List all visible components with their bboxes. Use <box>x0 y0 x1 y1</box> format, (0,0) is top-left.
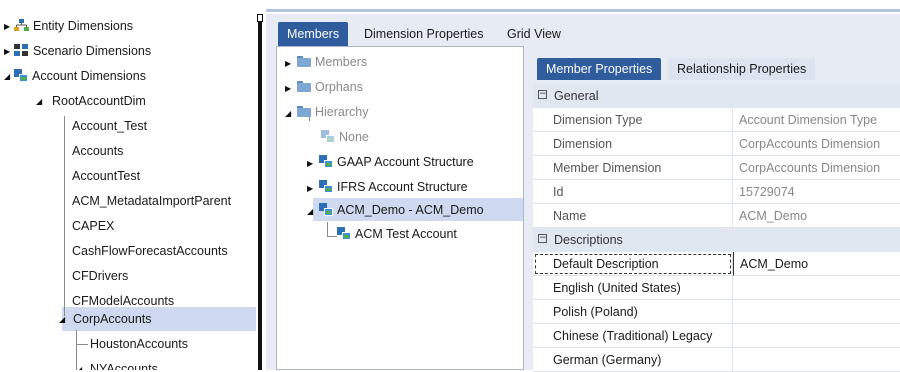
tree-connector <box>327 236 337 237</box>
member-node-acm-test-account[interactable]: ACM Test Account <box>337 223 457 245</box>
property-row-dimension[interactable]: Dimension CorpAccounts Dimension <box>533 132 900 156</box>
collapse-down-icon[interactable]: ◢ <box>307 201 319 223</box>
tree-item-scenario-dimensions[interactable]: ▶ Scenario Dimensions <box>4 40 151 62</box>
tree-item-entity-dimensions[interactable]: ▶ Entity Dimensions <box>4 15 133 37</box>
folder-icon <box>297 81 311 92</box>
tree-item-label: Scenario Dimensions <box>33 44 152 58</box>
tree-item-label: CorpAccounts <box>73 312 152 326</box>
default-description-input[interactable]: ACM_Demo <box>733 252 900 276</box>
account-dimension-icon <box>14 69 28 82</box>
property-row-polish-poland[interactable]: Polish (Poland) <box>533 300 900 324</box>
member-node-gaap-account-structure[interactable]: ▶ GAAP Account Structure <box>307 151 474 173</box>
member-node-ifrs-account-structure[interactable]: ▶ IFRS Account Structure <box>307 176 468 198</box>
member-node-hierarchy[interactable]: ◢ Hierarchy <box>285 101 369 123</box>
collapse-minus-icon[interactable]: − <box>538 234 547 243</box>
tree-item-label: CFDrivers <box>72 269 129 283</box>
tree-item-label: CashFlowForecastAccounts <box>72 244 228 258</box>
collapse-down-icon[interactable]: ◢ <box>76 359 86 370</box>
expand-right-icon[interactable]: ▶ <box>307 153 319 175</box>
tree-item-houstonaccounts[interactable]: HoustonAccounts <box>90 333 188 355</box>
tree-item-label: ACM_MetadataImportParent <box>72 194 232 208</box>
folder-icon <box>297 106 311 117</box>
property-row-member-dimension[interactable]: Member Dimension CorpAccounts Dimension <box>533 156 900 180</box>
expand-right-icon[interactable]: ▶ <box>307 178 319 200</box>
tab-grid-view[interactable]: Grid View <box>498 22 570 46</box>
tab-member-properties[interactable]: Member Properties <box>537 58 662 80</box>
tree-item-label: CFModelAccounts <box>72 294 175 308</box>
tree-item-accounttest[interactable]: AccountTest <box>72 165 140 187</box>
property-row-german-germany[interactable]: German (Germany) <box>533 348 900 372</box>
property-row-dimension-type[interactable]: Dimension Type Account Dimension Type <box>533 108 900 132</box>
collapse-minus-icon[interactable]: − <box>538 90 547 99</box>
expand-right-icon[interactable]: ▶ <box>4 41 14 63</box>
expand-right-icon[interactable]: ▶ <box>4 16 14 38</box>
entity-dimension-icon <box>14 17 29 31</box>
tree-item-label: HoustonAccounts <box>90 337 188 351</box>
folder-icon <box>297 56 311 67</box>
collapse-down-icon[interactable]: ◢ <box>59 309 69 331</box>
tree-item-label: Entity Dimensions <box>33 19 134 33</box>
collapse-down-icon[interactable]: ◢ <box>4 66 14 88</box>
tab-dimension-properties[interactable]: Dimension Properties <box>355 22 493 46</box>
scenario-dimension-icon <box>14 42 29 56</box>
property-row-chinese-traditional-legacy[interactable]: Chinese (Traditional) Legacy <box>533 324 900 348</box>
tree-item-cashflowforecastaccounts[interactable]: CashFlowForecastAccounts <box>72 240 228 262</box>
tree-item-label: RootAccountDim <box>52 94 146 108</box>
tree-item-label: Account Dimensions <box>32 69 146 83</box>
tree-item-label: NYAccounts <box>90 362 158 370</box>
collapse-down-icon[interactable]: ◢ <box>36 91 46 113</box>
dimension-tree: ▶ Entity Dimensions ▶ Scenario Dimensions … <box>0 8 258 370</box>
tree-item-rootaccountdim[interactable]: ◢ RootAccountDim <box>36 90 146 112</box>
tree-item-cfdrivers[interactable]: CFDrivers <box>72 265 128 287</box>
account-member-icon <box>321 130 335 143</box>
member-node-members[interactable]: ▶ Members <box>285 51 367 73</box>
tree-item-account-test[interactable]: Account_Test <box>72 115 147 137</box>
property-row-english-us[interactable]: English (United States) <box>533 276 900 300</box>
tree-item-account-dimensions[interactable]: ◢ Account Dimensions <box>4 65 146 87</box>
expand-right-icon[interactable]: ▶ <box>285 53 297 75</box>
tree-connector <box>64 116 65 316</box>
members-tree-panel: ▶ Members ▶ Orphans ◢ Hierarchy None ▶ GAAP … <box>276 46 524 370</box>
category-general[interactable]: − General <box>533 84 900 108</box>
member-node-none[interactable]: None <box>321 126 369 148</box>
property-row-id[interactable]: Id 15729074 <box>533 180 900 204</box>
tree-connector <box>327 222 328 236</box>
tree-item-label: Account_Test <box>72 119 148 133</box>
category-descriptions[interactable]: − Descriptions <box>533 228 900 252</box>
collapse-down-icon[interactable]: ◢ <box>285 103 297 125</box>
member-node-acm-demo[interactable]: ◢ ACM_Demo - ACM_Demo <box>307 199 484 221</box>
tree-item-label: CAPEX <box>72 219 115 233</box>
expand-right-icon[interactable]: ▶ <box>285 78 297 100</box>
panel-splitter[interactable] <box>258 14 262 370</box>
property-row-name[interactable]: Name ACM_Demo <box>533 204 900 228</box>
property-row-default-description[interactable]: Default Description ACM_Demo <box>533 252 900 276</box>
header-band <box>266 9 900 12</box>
splitter-grip[interactable] <box>257 14 263 22</box>
tree-item-label: AccountTest <box>72 169 141 183</box>
tree-item-label: Accounts <box>72 144 124 158</box>
tree-item-capex[interactable]: CAPEX <box>72 215 114 237</box>
tab-members[interactable]: Members <box>278 22 349 46</box>
account-member-icon <box>319 155 333 168</box>
tree-connector <box>76 344 88 345</box>
property-grid: − General Dimension Type Account Dimensi… <box>533 84 900 372</box>
member-node-orphans[interactable]: ▶ Orphans <box>285 76 363 98</box>
tree-item-accounts[interactable]: Accounts <box>72 140 123 162</box>
account-member-icon <box>337 227 351 240</box>
tree-item-acm-metadataimportparent[interactable]: ACM_MetadataImportParent <box>72 190 231 212</box>
account-member-icon <box>319 180 333 193</box>
account-member-icon <box>319 203 333 216</box>
tab-relationship-properties[interactable]: Relationship Properties <box>668 58 816 80</box>
tree-item-corpaccounts[interactable]: ◢ CorpAccounts <box>59 308 152 330</box>
tree-item-nyaccounts[interactable]: ◢ NYAccounts <box>76 358 158 370</box>
